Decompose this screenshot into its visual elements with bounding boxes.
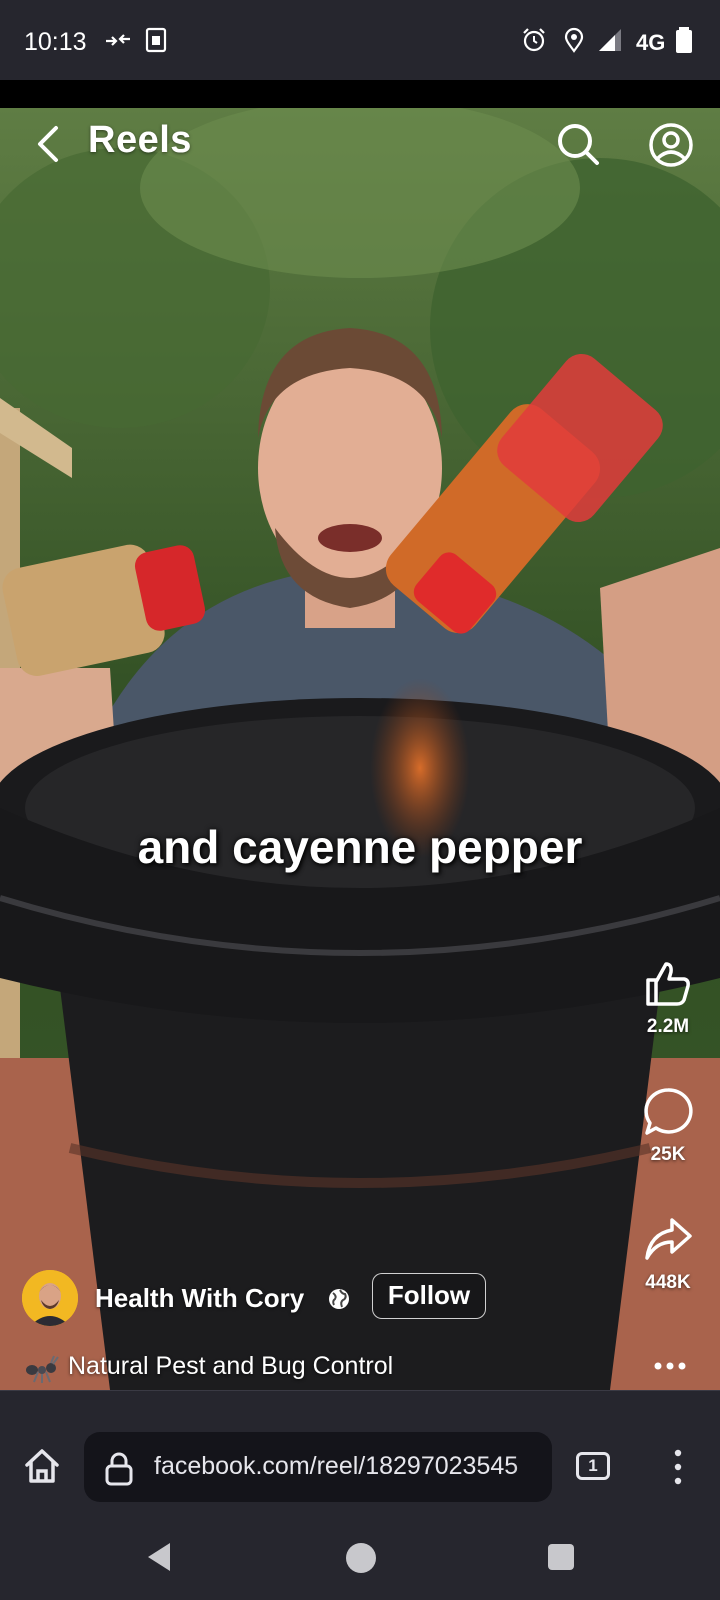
url-text[interactable]: facebook.com/reel/18297023545 <box>154 1452 518 1481</box>
like-count: 2.2M <box>646 1016 690 1037</box>
share-arrow-icon <box>645 1218 692 1260</box>
globe-icon <box>329 1289 349 1309</box>
status-bar: 10:13 4G <box>0 0 720 80</box>
share-button[interactable]: 448K <box>628 1214 708 1294</box>
signal-icon <box>599 29 621 51</box>
avatar-image <box>22 1270 78 1326</box>
status-time: 10:13 <box>24 28 87 56</box>
home-icon[interactable] <box>22 1446 62 1486</box>
alarm-icon <box>523 28 545 52</box>
page-title: Reels <box>88 119 192 161</box>
comment-count: 25K <box>650 1144 686 1165</box>
follow-button[interactable]: Follow <box>372 1273 486 1319</box>
nav-back-icon[interactable] <box>144 1541 174 1573</box>
video-caption: and cayenne pepper <box>137 821 583 873</box>
battery-icon <box>676 27 692 53</box>
profile-icon[interactable] <box>648 122 694 168</box>
status-divider <box>0 80 720 108</box>
reel-video[interactable] <box>0 108 720 1390</box>
more-options-icon[interactable] <box>650 1354 690 1378</box>
location-icon <box>564 27 584 53</box>
reel-description[interactable]: Natural Pest and Bug Control <box>68 1352 393 1381</box>
url-fade <box>512 1432 552 1502</box>
tab-switcher-button[interactable]: 1 <box>576 1452 610 1480</box>
like-button[interactable]: 2.2M <box>628 958 708 1038</box>
overflow-menu-icon[interactable] <box>670 1448 686 1486</box>
search-icon[interactable] <box>556 122 600 166</box>
lock-icon[interactable] <box>104 1450 134 1486</box>
nav-home-icon[interactable] <box>346 1543 376 1573</box>
back-icon[interactable] <box>32 124 66 164</box>
data-transfer-icon <box>106 34 130 46</box>
network-type: 4G <box>636 30 666 55</box>
nav-recents-icon[interactable] <box>548 1544 574 1570</box>
comment-button[interactable]: 25K <box>628 1086 708 1166</box>
address-bar[interactable]: facebook.com/reel/18297023545 <box>84 1432 552 1502</box>
thumbs-up-icon <box>646 962 690 1006</box>
sim-card-icon <box>145 27 167 53</box>
comment-icon <box>644 1088 693 1135</box>
author-name[interactable]: Health With Cory <box>95 1283 304 1314</box>
author-avatar[interactable] <box>22 1270 78 1326</box>
video-frame <box>0 108 720 1390</box>
share-count: 448K <box>645 1272 691 1293</box>
ant-icon <box>26 1355 59 1383</box>
